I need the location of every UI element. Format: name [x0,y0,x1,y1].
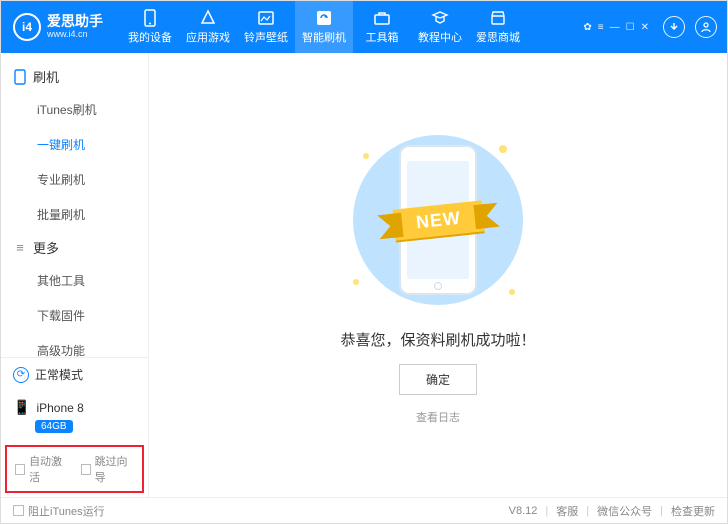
download-button[interactable] [663,16,685,38]
view-log-link[interactable]: 查看日志 [416,409,460,425]
success-message: 恭喜您，保资料刷机成功啦！ [340,329,535,350]
footer-link-wechat[interactable]: 微信公众号 [597,503,652,519]
highlighted-options: 自动激活 跳过向导 [5,445,144,493]
sidebar-item-other-tools[interactable]: 其他工具 [1,263,148,298]
device-row[interactable]: 📱 iPhone 8 [1,391,148,418]
top-nav: 我的设备 应用游戏 铃声壁纸 智能刷机 工具箱 教程中心 [121,1,527,53]
sidebar-item-download-fw[interactable]: 下载固件 [1,298,148,333]
sidebar-item-pro-flash[interactable]: 专业刷机 [1,162,148,197]
window-controls: ✿ ≡ — ☐ ✕ [583,16,717,38]
checkbox-block-itunes[interactable]: 阻止iTunes运行 [13,503,105,519]
storage-badge: 64GB [35,420,73,433]
toolbox-icon [373,9,391,27]
tutorial-icon [431,9,449,27]
sidebar-item-oneclick-flash[interactable]: 一键刷机 [1,127,148,162]
logo-icon: i4 [13,13,41,41]
app-logo: i4 爱思助手 www.i4.cn [13,13,103,41]
nav-ringtones[interactable]: 铃声壁纸 [237,1,295,53]
sidebar-group-more: ≡ 更多 [1,232,148,263]
nav-flash[interactable]: 智能刷机 [295,1,353,53]
sidebar-item-batch-flash[interactable]: 批量刷机 [1,197,148,232]
more-group-icon: ≡ [13,241,27,255]
close-icon[interactable]: ✕ [641,22,649,33]
sidebar-group-flash: 刷机 [1,61,148,92]
nav-apps[interactable]: 应用游戏 [179,1,237,53]
main-content: NEW 恭喜您，保资料刷机成功啦！ 确定 查看日志 [149,53,727,497]
footer-link-update[interactable]: 检查更新 [671,503,715,519]
version-label: V8.12 [509,505,538,517]
app-name: 爱思助手 [47,14,103,29]
minimize-icon[interactable]: — [610,22,620,33]
status-bar: 阻止iTunes运行 V8.12 | 客服 | 微信公众号 | 检查更新 [1,497,727,523]
sidebar-item-advanced[interactable]: 高级功能 [1,333,148,357]
apps-icon [199,9,217,27]
sidebar: 刷机 iTunes刷机 一键刷机 专业刷机 批量刷机 ≡ 更多 其他工具 下载固… [1,53,149,497]
device-mode[interactable]: ⟳ 正常模式 [1,358,148,391]
flash-group-icon [13,70,27,84]
wallpaper-icon [257,9,275,27]
checkbox-auto-activate[interactable]: 自动激活 [15,453,69,485]
nav-store[interactable]: 爱思商城 [469,1,527,53]
footer-link-support[interactable]: 客服 [556,503,578,519]
success-illustration: NEW [333,125,543,315]
flash-icon [315,9,333,27]
nav-tutorials[interactable]: 教程中心 [411,1,469,53]
account-button[interactable] [695,16,717,38]
checkbox-skip-wizard[interactable]: 跳过向导 [81,453,135,485]
sidebar-item-itunes-flash[interactable]: iTunes刷机 [1,92,148,127]
nav-toolbox[interactable]: 工具箱 [353,1,411,53]
nav-my-device[interactable]: 我的设备 [121,1,179,53]
ok-button[interactable]: 确定 [399,364,477,395]
device-name: iPhone 8 [36,401,83,415]
app-url: www.i4.cn [47,30,103,40]
phone-icon [141,9,159,27]
device-phone-icon: 📱 [13,399,30,416]
menu-icon[interactable]: ≡ [598,22,604,33]
maximize-icon[interactable]: ☐ [626,22,635,33]
skin-icon[interactable]: ✿ [583,22,591,33]
refresh-icon: ⟳ [13,367,29,383]
titlebar: i4 爱思助手 www.i4.cn 我的设备 应用游戏 铃声壁纸 智能刷机 [1,1,727,53]
store-icon [489,9,507,27]
